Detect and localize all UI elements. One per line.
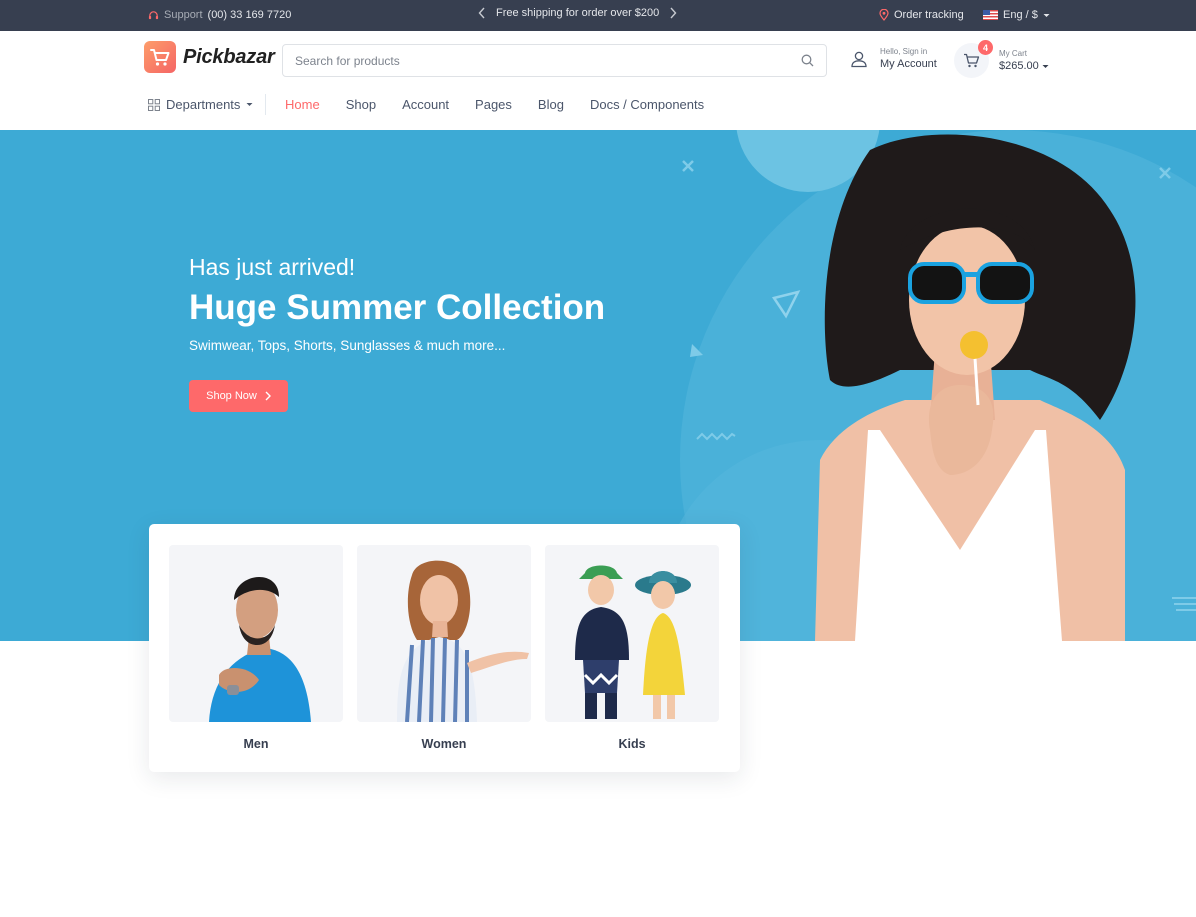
user-icon [851,51,867,67]
account-label: My Account [880,58,937,70]
account-link[interactable]: Hello, Sign in My Account [850,47,937,70]
language-currency-selector[interactable]: Eng / $ [983,9,1050,21]
headset-icon [148,10,159,19]
nav-link-docs[interactable]: Docs / Components [590,97,704,112]
category-label-men: Men [243,737,269,751]
category-card-men[interactable]: Men [169,545,343,751]
cart-label: My Cart [999,49,1027,58]
category-label-kids: Kids [618,737,646,751]
shop-now-label: Shop Now [206,390,257,402]
nav-link-home[interactable]: Home [285,97,320,112]
caret-down-icon [1042,65,1049,68]
promo-text: Free shipping for order over $200 [496,7,660,19]
category-panel: Men Women Kids [149,524,740,772]
us-flag-icon [983,10,998,20]
nav-link-pages[interactable]: Pages [475,97,512,112]
hero-subtitle: Has just arrived! [189,254,356,280]
search-bar [282,44,827,77]
category-label-women: Women [421,737,467,751]
grid-icon [148,98,160,111]
cart-logo-icon [144,41,176,73]
category-card-women[interactable]: Women [357,545,531,751]
category-image-women[interactable] [357,545,531,722]
cart-count-badge: 4 [978,40,993,55]
nav-link-shop[interactable]: Shop [346,97,376,112]
top-bar: Support (00) 33 169 7720 Free shipping f… [0,0,1196,31]
nav-link-account[interactable]: Account [402,97,449,112]
cart-total-value: $265.00 [999,60,1039,72]
nav-link-blog[interactable]: Blog [538,97,564,112]
nav-links: Home Shop Account Pages Blog Docs / Comp… [285,97,704,112]
shopping-cart-icon [964,53,980,68]
order-tracking-link[interactable]: Order tracking [879,9,964,21]
chevron-right-icon[interactable] [669,7,677,19]
header: Pickbazar Hello, Sign in My Account 4 My… [0,31,1196,85]
support-phone[interactable]: (00) 33 169 7720 [208,9,292,21]
language-label: Eng / $ [1003,9,1038,21]
order-tracking-label: Order tracking [894,9,964,21]
shop-now-button[interactable]: Shop Now [189,380,288,412]
caret-down-icon [246,103,253,106]
search-input[interactable] [295,53,801,68]
hero-title: Huge Summer Collection [189,288,606,327]
hero-description: Swimwear, Tops, Shorts, Sunglasses & muc… [189,338,506,353]
category-image-men[interactable] [169,545,343,722]
support-label: Support [164,9,203,21]
main-navigation: Departments Home Shop Account Pages Blog… [0,85,1196,130]
cart-button[interactable]: 4 [954,40,993,78]
caret-down-icon [1043,13,1050,17]
chevron-left-icon[interactable] [478,7,486,19]
departments-label: Departments [166,97,241,112]
promo-carousel: Free shipping for order over $200 [478,7,677,19]
location-pin-icon [879,9,889,21]
support-info: Support (00) 33 169 7720 [148,9,291,21]
search-icon[interactable] [801,54,814,67]
nav-divider [265,94,266,115]
cart-total: $265.00 [999,60,1049,72]
chevron-right-icon [265,391,271,401]
cart-widget[interactable]: 4 My Cart $265.00 [954,40,1049,78]
departments-menu[interactable]: Departments [148,97,253,112]
category-card-kids[interactable]: Kids [545,545,719,751]
category-image-kids[interactable] [545,545,719,722]
brand-name: Pickbazar [183,45,275,68]
brand-logo[interactable]: Pickbazar [144,41,275,73]
account-greeting: Hello, Sign in [880,47,928,56]
